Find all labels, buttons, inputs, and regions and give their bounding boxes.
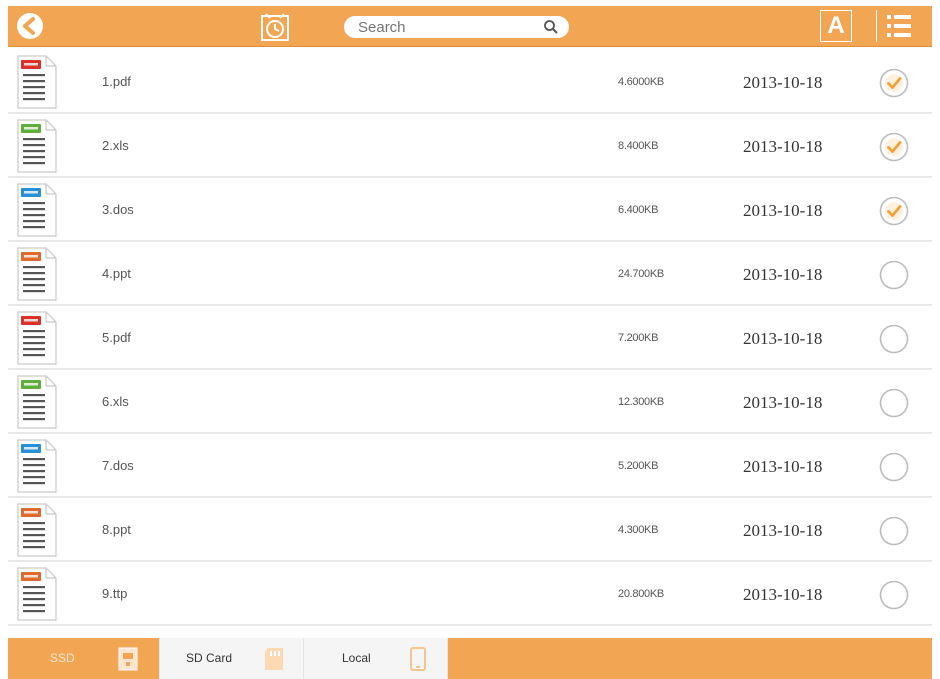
file-type-icon — [12, 374, 62, 430]
history-button[interactable] — [260, 12, 290, 42]
file-size: 4.6000KB — [618, 76, 664, 88]
unchecked-checkbox[interactable] — [878, 387, 910, 419]
file-name: 5.pdf — [102, 330, 131, 345]
checked-checkbox[interactable] — [878, 67, 910, 99]
file-date: 2013-10-18 — [743, 137, 823, 156]
file-type-icon — [12, 566, 62, 622]
search-input[interactable] — [358, 16, 539, 38]
checkmark-circle-icon — [879, 68, 909, 98]
tab-label: SD Card — [186, 651, 233, 665]
file-size: 20.800KB — [618, 588, 664, 600]
file-date: 2013-10-18 — [743, 329, 823, 348]
file-size: 5.200KB — [618, 460, 659, 472]
unchecked-checkbox[interactable] — [878, 515, 910, 547]
checkmark-circle-icon — [879, 196, 909, 226]
empty-circle-icon — [879, 324, 909, 354]
search-icon[interactable] — [543, 19, 559, 35]
file-name: 9.ttp — [102, 586, 128, 601]
storage-tab-bar: SSD SD Card Local — [8, 638, 932, 679]
file-name: 4.ppt — [102, 266, 131, 281]
file-size: 6.400KB — [618, 204, 659, 216]
tab-label: SSD — [50, 651, 75, 665]
file-row[interactable]: 8.ppt 4.300KB 2013-10-18 — [8, 498, 932, 562]
empty-circle-icon — [879, 452, 909, 482]
search-box[interactable] — [344, 16, 569, 38]
checkmark-circle-icon — [879, 132, 909, 162]
checked-checkbox[interactable] — [878, 131, 910, 163]
file-row[interactable]: 9.ttp 20.800KB 2013-10-18 — [8, 562, 932, 626]
empty-circle-icon — [879, 260, 909, 290]
sd-card-icon — [265, 648, 283, 670]
unchecked-checkbox[interactable] — [878, 259, 910, 291]
file-date: 2013-10-18 — [743, 393, 823, 412]
file-name: 1.pdf — [102, 74, 131, 89]
font-size-button[interactable]: A — [820, 10, 852, 42]
empty-circle-icon — [879, 516, 909, 546]
tab-sd-card[interactable]: SD Card — [160, 638, 304, 679]
file-type-icon — [12, 182, 62, 238]
file-size: 7.200KB — [618, 332, 659, 344]
file-row[interactable]: 1.pdf 4.6000KB 2013-10-18 — [8, 50, 932, 114]
tab-ssd[interactable]: SSD — [8, 638, 160, 679]
file-type-icon — [12, 118, 62, 174]
ssd-icon — [118, 647, 138, 671]
file-size: 8.400KB — [618, 140, 659, 152]
alarm-clock-icon — [261, 13, 289, 41]
unchecked-checkbox[interactable] — [878, 323, 910, 355]
file-row[interactable]: 3.dos 6.400KB 2013-10-18 — [8, 178, 932, 242]
file-name: 7.dos — [102, 458, 134, 473]
file-list: 1.pdf 4.6000KB 2013-10-18 2.xls 8.400KB … — [8, 50, 932, 626]
empty-circle-icon — [879, 388, 909, 418]
file-date: 2013-10-18 — [743, 521, 823, 540]
file-date: 2013-10-18 — [743, 201, 823, 220]
back-arrow-icon — [17, 13, 43, 39]
file-date: 2013-10-18 — [743, 457, 823, 476]
file-row[interactable]: 4.ppt 24.700KB 2013-10-18 — [8, 242, 932, 306]
file-type-icon — [12, 438, 62, 494]
tab-label: Local — [342, 651, 371, 665]
file-name: 6.xls — [102, 394, 129, 409]
file-date: 2013-10-18 — [743, 73, 823, 92]
top-toolbar: A — [8, 6, 932, 47]
empty-circle-icon — [879, 580, 909, 610]
file-date: 2013-10-18 — [743, 265, 823, 284]
file-type-icon — [12, 502, 62, 558]
list-view-icon — [887, 15, 911, 37]
file-row[interactable]: 6.xls 12.300KB 2013-10-18 — [8, 370, 932, 434]
phone-icon — [410, 647, 426, 671]
file-name: 2.xls — [102, 138, 129, 153]
file-date: 2013-10-18 — [743, 585, 823, 604]
tab-local[interactable]: Local — [304, 638, 448, 679]
file-type-icon — [12, 54, 62, 110]
file-size: 24.700KB — [618, 268, 664, 280]
file-type-icon — [12, 310, 62, 366]
file-size: 4.300KB — [618, 524, 659, 536]
unchecked-checkbox[interactable] — [878, 451, 910, 483]
checked-checkbox[interactable] — [878, 195, 910, 227]
file-size: 12.300KB — [618, 396, 664, 408]
file-row[interactable]: 5.pdf 7.200KB 2013-10-18 — [8, 306, 932, 370]
unchecked-checkbox[interactable] — [878, 579, 910, 611]
file-row[interactable]: 7.dos 5.200KB 2013-10-18 — [8, 434, 932, 498]
file-type-icon — [12, 246, 62, 302]
file-name: 3.dos — [102, 202, 134, 217]
file-row[interactable]: 2.xls 8.400KB 2013-10-18 — [8, 114, 932, 178]
font-size-label: A — [827, 12, 845, 39]
file-name: 8.ppt — [102, 522, 131, 537]
back-button[interactable] — [13, 9, 47, 43]
list-view-button[interactable] — [876, 10, 919, 42]
